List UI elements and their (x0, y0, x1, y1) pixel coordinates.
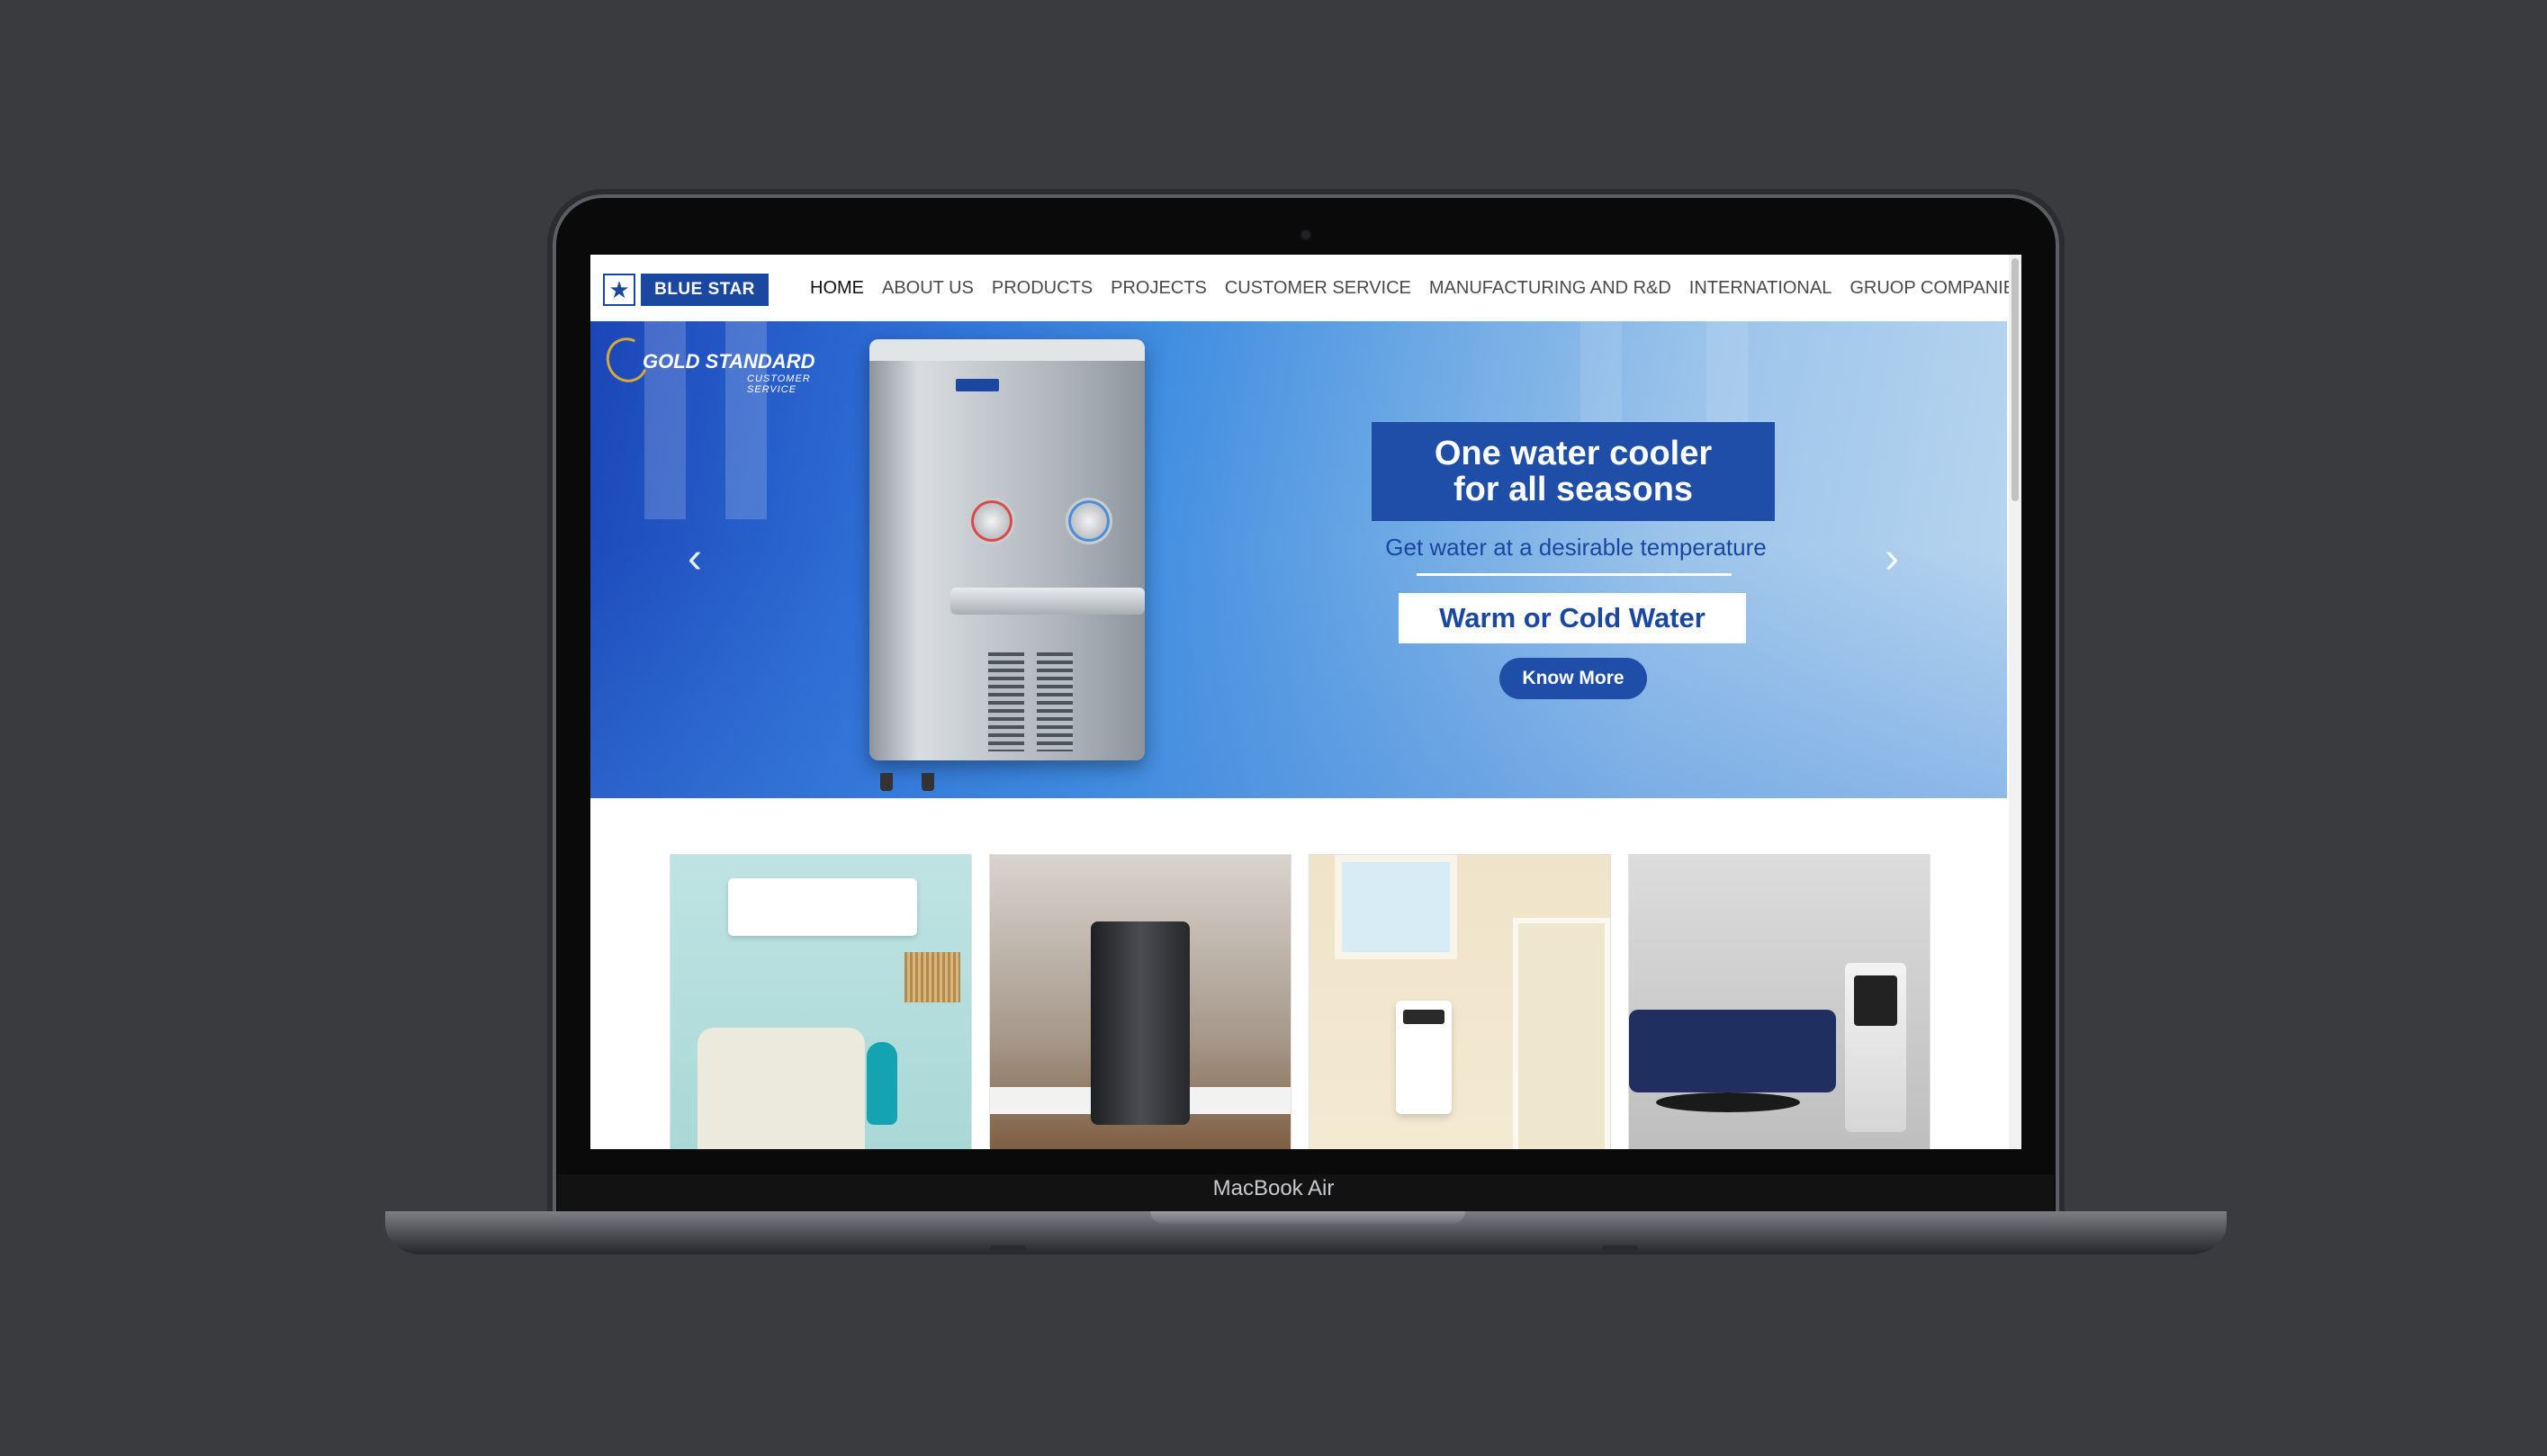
hero-headline-line2: for all seasons (1453, 471, 1694, 508)
laptop-hinge-notch (1150, 1211, 1465, 1224)
nav-item-group-companies[interactable]: GRUOP COMPANIES (1850, 278, 2021, 299)
water-purifier-card[interactable] (989, 854, 1292, 1149)
main-menu: HOME ABOUT US PRODUCTS PROJECTS CUSTOMER… (810, 255, 2021, 321)
hero-carousel: GOLD STANDARD CUSTOMER SERVICE ‹ › One w… (590, 321, 2007, 798)
nav-item-manufacturing[interactable]: MANUFACTURING AND R&D (1429, 278, 1671, 299)
top-navigation: ★ BLUE STAR HOME ABOUT US PRODUCTS PROJE… (590, 255, 2021, 321)
blue-star-logo[interactable]: ★ BLUE STAR (603, 273, 769, 307)
nav-item-customer-service[interactable]: CUSTOMER SERVICE (1225, 278, 1411, 299)
hero-tagline: Get water at a desirable temperature (1385, 534, 1767, 561)
lamp-shade (904, 952, 960, 1002)
air-purifier-image (1396, 1001, 1452, 1114)
hero-headline-line1: One water cooler (1434, 435, 1713, 472)
hero-headline: One water cooler for all seasons (1372, 422, 1775, 521)
water-purifier-image (1091, 921, 1190, 1125)
star-icon: ★ (603, 274, 635, 306)
hero-subheadline: Warm or Cold Water (1399, 593, 1746, 643)
tagline-divider (1417, 573, 1732, 576)
cooler-leg (922, 773, 934, 791)
device-label: MacBook Air (1212, 1176, 1335, 1200)
nav-item-about-us[interactable]: ABOUT US (882, 278, 974, 299)
air-cooler-image (1845, 963, 1906, 1132)
gold-standard-title: GOLD STANDARD (643, 350, 815, 373)
gold-standard-subtitle: CUSTOMER SERVICE (747, 373, 811, 395)
water-cooler-image (869, 339, 1145, 791)
scrollbar-thumb[interactable] (2012, 258, 2019, 501)
cooler-vent (988, 652, 1024, 751)
bookshelf (1513, 918, 1610, 1149)
laptop-foot (990, 1245, 1026, 1251)
hot-tap-icon (968, 498, 1015, 544)
cooler-vent (1037, 652, 1073, 751)
cooler-leg (880, 773, 893, 791)
laptop-foot (1602, 1245, 1638, 1251)
air-purifier-card[interactable] (1309, 854, 1611, 1149)
armchair (698, 1028, 865, 1149)
gold-standard-badge: GOLD STANDARD CUSTOMER SERVICE (599, 331, 823, 395)
cooler-drip-tray (950, 588, 1145, 615)
nav-item-international[interactable]: INTERNATIONAL (1689, 278, 1832, 299)
blue-sofa (1629, 1010, 1836, 1092)
product-cards (670, 854, 1930, 1149)
carousel-next-arrow-icon[interactable]: › (1885, 537, 1899, 580)
hero-floor (590, 546, 2007, 798)
room-window (1335, 855, 1457, 959)
browser-viewport: ★ BLUE STAR HOME ABOUT US PRODUCTS PROJE… (590, 255, 2021, 1149)
know-more-button[interactable]: Know More (1499, 658, 1647, 699)
air-conditioner-image (728, 878, 917, 936)
nav-item-projects[interactable]: PROJECTS (1111, 278, 1207, 299)
vase (867, 1042, 897, 1125)
logo-text: BLUE STAR (641, 274, 769, 306)
air-cooler-card[interactable] (1628, 854, 1930, 1149)
coffee-table (1656, 1092, 1800, 1112)
webcam-icon (1301, 230, 1310, 239)
cold-tap-icon (1066, 498, 1112, 544)
nav-item-products[interactable]: PRODUCTS (992, 278, 1093, 299)
nav-item-home[interactable]: HOME (810, 278, 864, 299)
carousel-prev-arrow-icon[interactable]: ‹ (688, 537, 702, 580)
cooler-top (869, 339, 1145, 361)
page-scrollbar[interactable] (2009, 255, 2021, 1149)
cooler-brand-badge (956, 379, 999, 391)
air-conditioner-card[interactable] (670, 854, 972, 1149)
